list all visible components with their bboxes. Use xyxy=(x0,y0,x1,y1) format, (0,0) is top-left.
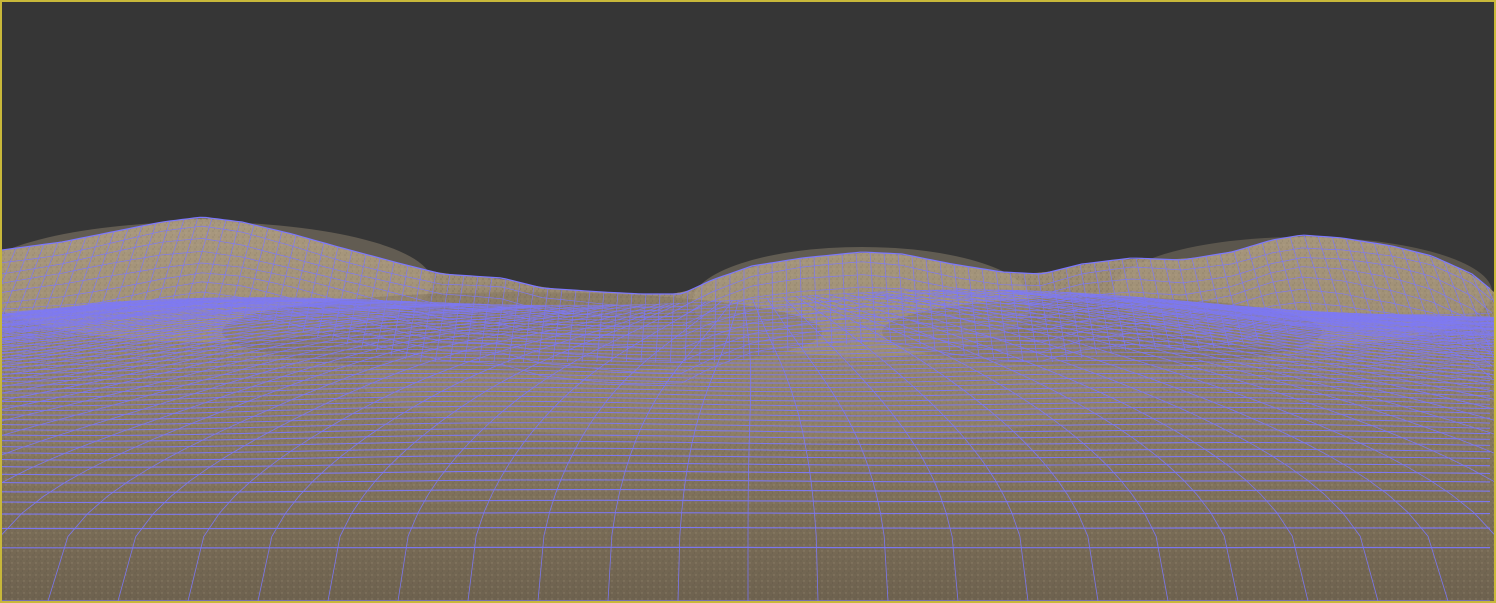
3d-viewport[interactable] xyxy=(0,0,1496,603)
terrain-scene xyxy=(2,216,1494,601)
wire-row xyxy=(2,546,1490,549)
